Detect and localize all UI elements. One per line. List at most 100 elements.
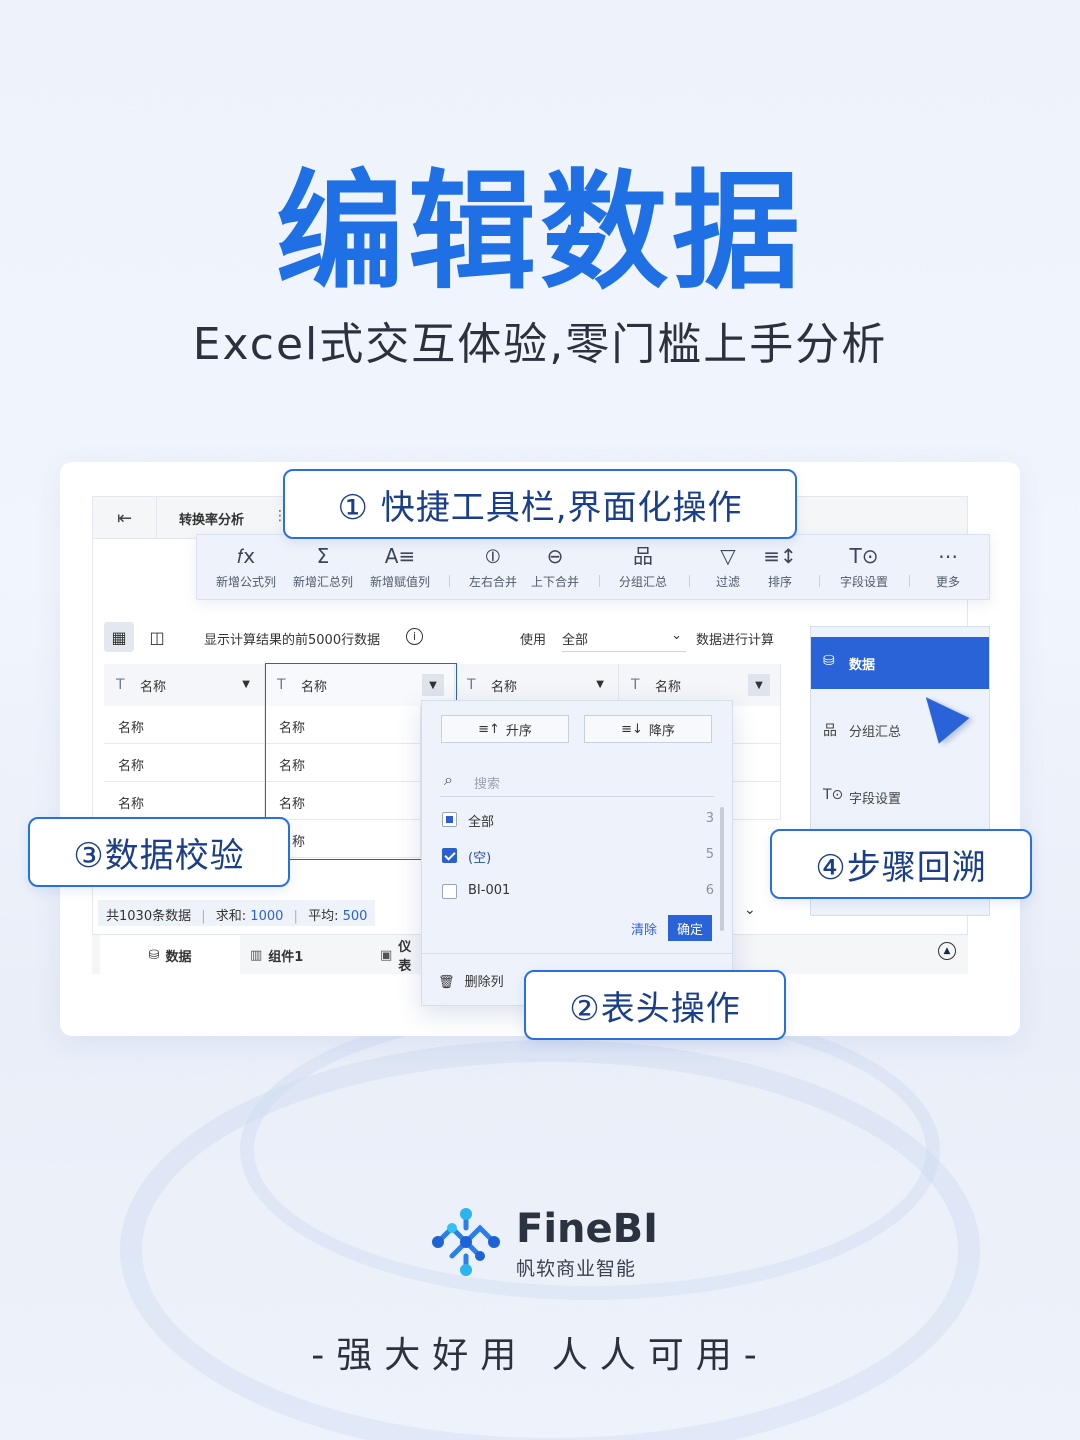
finebi-logo-icon <box>432 1208 500 1276</box>
trash-icon: 🗑 <box>438 975 455 990</box>
table-cell[interactable]: 名称 <box>265 706 421 744</box>
hero-subtitle: Excel式交互体验,零门槛上手分析 <box>192 319 888 370</box>
dashboard-icon: ▣ <box>380 947 393 963</box>
filter-option-bi001[interactable]: BI-001 6 <box>442 881 714 903</box>
calc-label: 数据进行计算 <box>696 633 775 648</box>
grid-view-icon[interactable]: ▦ <box>104 622 134 652</box>
chevron-down-icon: ⌄ <box>671 628 682 643</box>
table-cell[interactable]: 名称 <box>104 782 265 820</box>
exit-icon[interactable]: ⇤ <box>93 497 157 539</box>
clear-button[interactable]: 清除 <box>631 919 657 938</box>
caret-down-icon[interactable]: ▼ <box>422 674 444 696</box>
table-cell[interactable]: 名称 <box>104 744 265 782</box>
sort-icon: ≡↕ <box>763 544 797 568</box>
text-type-icon: T <box>467 677 476 693</box>
left-right-merge-icon: ⦶ <box>485 544 501 568</box>
callout-header-ops: ②表头操作 <box>524 970 786 1040</box>
slogan: -强大好用 人人可用- <box>311 1335 769 1376</box>
toolbar-add-assign-column[interactable]: A≡ 新增赋值列 <box>365 543 435 590</box>
filter-icon: ▽ <box>720 544 736 568</box>
fx-icon: 𝑓x <box>236 544 256 568</box>
more-icon: ⋯ <box>938 544 958 568</box>
summary-bar: 共1030条数据 | 求和: 1000 | 平均: 500 <box>98 900 376 926</box>
sort-desc-icon: ≡↓ <box>621 721 643 737</box>
caret-down-icon[interactable]: ▼ <box>596 679 604 690</box>
database-icon: ⛁ <box>823 653 835 669</box>
sum-value: 1000 <box>250 909 284 924</box>
database-icon: ⛁ <box>148 947 160 963</box>
tab-component-1[interactable]: ▥ 组件1 <box>250 935 370 975</box>
dropdown-search-input[interactable]: ⌕ 搜索 <box>440 765 714 797</box>
preview-note: 显示计算结果的前5000行数据 <box>204 633 381 648</box>
hero-title: 编辑数据 <box>275 158 804 307</box>
sort-ascending-button[interactable]: ≡↑ 升序 <box>441 715 569 743</box>
avg-label: 平均: <box>308 909 339 924</box>
toolbar-field-settings[interactable]: T⊙ 字段设置 <box>833 543 895 590</box>
column-header[interactable]: T 名称 ▼ <box>104 664 265 706</box>
sort-descending-button[interactable]: ≡↓ 降序 <box>584 715 712 743</box>
toolbar-more[interactable]: ⋯ 更多 <box>925 543 971 590</box>
table-cell[interactable]: 名称 <box>104 706 265 744</box>
analysis-tab-title[interactable]: 转换率分析 <box>179 509 244 528</box>
toolbar-sort[interactable]: ≡↕ 排序 <box>757 543 803 590</box>
view-controls: ▦ ◫ 显示计算结果的前5000行数据 i 使用 全部 ⌄ 数据进行计算 <box>104 622 794 652</box>
delete-column-button[interactable]: 🗑 删除列 <box>438 971 504 990</box>
table-cell[interactable]: 名称 <box>265 782 421 820</box>
collapse-up-icon[interactable]: ▲ <box>938 942 956 960</box>
sigma-icon: Σ <box>316 544 330 568</box>
quick-toolbar: 𝑓x 新增公式列 Σ 新增汇总列 A≡ 新增赋值列 ⦶ 左右合并 ⊖ 上下合并 … <box>196 534 990 600</box>
checkbox[interactable] <box>442 812 457 827</box>
dropdown-scrollbar[interactable] <box>720 807 724 931</box>
table-cell[interactable]: 名称 <box>265 744 421 782</box>
toolbar-group-summary[interactable]: 品 分组汇总 <box>615 543 671 590</box>
toolbar-separator <box>909 575 910 587</box>
toolbar-up-down-merge[interactable]: ⊖ 上下合并 <box>527 543 583 590</box>
toolbar-separator <box>819 575 820 587</box>
step-item-field-settings[interactable]: T⊙ 字段设置 <box>811 771 989 823</box>
chart-icon: ▥ <box>250 947 263 963</box>
toolbar-separator <box>599 575 600 587</box>
toolbar-filter[interactable]: ▽ 过滤 <box>705 543 751 590</box>
text-type-icon: T <box>631 677 640 693</box>
filter-option-all[interactable]: 全部 3 <box>442 809 714 831</box>
column-header-dropdown: ≡↑ 升序 ≡↓ 降序 ⌕ 搜索 全部 3 (空) 5 BI-001 6 清除 … <box>421 700 733 1006</box>
brand-name: FineBI <box>516 1206 659 1252</box>
callout-data-validation: ③数据校验 <box>28 817 290 887</box>
toolbar-add-summary-column[interactable]: Σ 新增汇总列 <box>288 543 358 590</box>
table-cell[interactable] <box>733 744 781 782</box>
checkbox[interactable] <box>442 848 457 863</box>
sort-asc-icon: ≡↑ <box>478 721 500 737</box>
use-label: 使用 <box>520 633 547 648</box>
toolbar-add-formula-column[interactable]: 𝑓x 新增公式列 <box>211 543 281 590</box>
callout-step-history: ④步骤回溯 <box>770 829 1032 899</box>
caret-down-icon[interactable]: ▼ <box>748 674 770 696</box>
info-icon[interactable]: i <box>406 628 423 645</box>
confirm-button[interactable]: 确定 <box>668 915 712 941</box>
up-down-merge-icon: ⊖ <box>546 544 564 568</box>
text-type-icon: T <box>116 677 125 693</box>
table-cell[interactable] <box>733 782 781 820</box>
field-settings-icon: T⊙ <box>823 787 844 803</box>
tab-dashboard[interactable]: ▣ 仪表 <box>380 935 420 975</box>
use-select[interactable]: 全部 ⌄ <box>562 622 686 652</box>
sum-label: 求和: <box>215 909 247 924</box>
tab-data[interactable]: ⛁ 数据 <box>100 935 240 975</box>
use-select-value: 全部 <box>562 633 589 648</box>
table-cell[interactable] <box>733 706 781 744</box>
checkbox[interactable] <box>442 884 457 899</box>
toolbar-separator <box>449 575 450 587</box>
filter-option-empty[interactable]: (空) 5 <box>442 845 714 867</box>
layout-view-icon[interactable]: ◫ <box>142 622 172 652</box>
brand-subtitle: 帆软商业智能 <box>516 1258 637 1280</box>
avg-value: 500 <box>342 909 368 924</box>
toolbar-separator <box>689 575 690 587</box>
toolbar-left-right-merge[interactable]: ⦶ 左右合并 <box>465 543 521 590</box>
caret-down-icon[interactable]: ▼ <box>242 679 250 690</box>
group-summary-icon: 品 <box>633 544 653 568</box>
divider <box>422 953 732 954</box>
chevron-down-icon[interactable]: ⌄ <box>744 902 756 918</box>
callout-toolbar: ① 快捷工具栏,界面化操作 <box>283 469 797 539</box>
field-settings-icon: T⊙ <box>849 544 879 568</box>
assign-value-icon: A≡ <box>384 544 416 568</box>
step-item-data[interactable]: ⛁ 数据 <box>811 637 989 689</box>
